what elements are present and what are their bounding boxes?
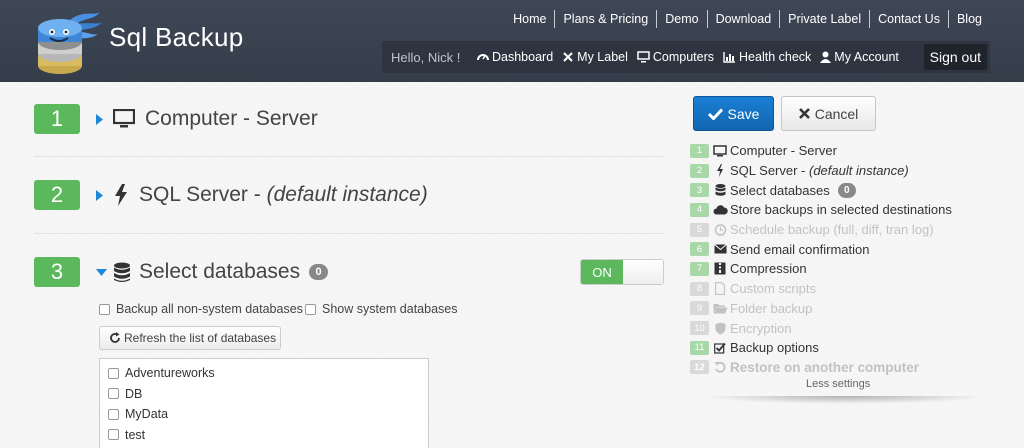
sidebar-item-store-backups[interactable]: 4 Store backups in selected destinations — [690, 200, 952, 220]
undo-icon — [714, 362, 726, 374]
toggle-knob — [623, 260, 663, 284]
nav-download[interactable]: Download — [706, 10, 780, 28]
logo-icon[interactable] — [30, 6, 104, 78]
database-icon — [114, 262, 130, 282]
backup-all-checkbox[interactable] — [99, 303, 110, 315]
check-square-icon — [714, 342, 726, 354]
caret-right-icon[interactable] — [96, 113, 103, 125]
brand-name[interactable]: Sql Backup — [109, 22, 244, 53]
folder-open-icon — [713, 303, 727, 314]
list-item[interactable]: MyData — [100, 404, 428, 425]
step-select-databases[interactable]: 3 Select databases 0 — [34, 257, 329, 287]
top-nav: Home Plans & Pricing Demo Download Priva… — [505, 10, 990, 28]
nav-my-label[interactable]: My Label — [562, 50, 628, 64]
step-number: 2 — [34, 180, 80, 210]
dashboard-icon — [477, 54, 489, 61]
monitor-icon — [713, 145, 727, 157]
sidebar-item-sql-server[interactable]: 2 SQL Server - (default instance) — [690, 161, 952, 181]
bolt-icon — [115, 184, 127, 206]
sidebar-item-folder-backup[interactable]: 9 Folder backup — [690, 299, 952, 319]
bar-chart-icon — [723, 52, 736, 63]
step-computer[interactable]: 1 Computer - Server — [34, 104, 318, 134]
step-number: 3 — [34, 257, 80, 287]
sidebar-item-schedule-backup[interactable]: 5 Schedule backup (full, diff, tran log) — [690, 220, 952, 240]
sign-out-button[interactable]: Sign out — [923, 44, 987, 70]
backup-all-option[interactable]: Backup all non-system databases — [99, 302, 303, 316]
step-sql-server[interactable]: 2 SQL Server - (default instance) — [34, 180, 428, 210]
database-checkbox[interactable] — [108, 429, 119, 441]
select-databases-toggle[interactable]: ON — [580, 259, 664, 285]
nav-computers[interactable]: Computers — [637, 50, 714, 64]
envelope-icon — [713, 244, 727, 254]
top-header: Sql Backup Home Plans & Pricing Demo Dow… — [0, 0, 1024, 82]
close-icon — [798, 108, 810, 119]
settings-sidebar: 1 Computer - Server 2 SQL Server - (defa… — [690, 141, 952, 377]
sidebar-item-computer[interactable]: 1 Computer - Server — [690, 141, 952, 161]
cancel-button[interactable]: Cancel — [781, 96, 876, 131]
greeting: Hello, Nick ! — [391, 49, 461, 65]
nav-demo[interactable]: Demo — [656, 10, 706, 28]
user-icon — [820, 51, 832, 63]
step-title: Computer - Server — [145, 107, 318, 130]
database-count-badge: 0 — [309, 264, 329, 280]
sidebar-shadow — [700, 396, 990, 404]
bolt-icon — [717, 164, 723, 178]
database-icon — [715, 183, 725, 196]
divider — [34, 233, 664, 234]
nav-health-check[interactable]: Health check — [723, 50, 811, 64]
step-title: SQL Server - (default instance) — [139, 183, 428, 206]
sidebar-item-custom-scripts[interactable]: 8 Custom scripts — [690, 279, 952, 299]
user-nav: Hello, Nick ! Dashboard My Label Compute… — [382, 41, 990, 73]
sidebar-item-compression[interactable]: 7 Compression — [690, 259, 952, 279]
step-number: 1 — [34, 104, 80, 134]
list-item[interactable]: Adventureworks — [100, 363, 428, 384]
monitor-icon — [113, 109, 135, 128]
divider — [34, 156, 664, 157]
refresh-icon — [110, 332, 120, 343]
step-title: Select databases — [139, 260, 301, 283]
nav-dashboard[interactable]: Dashboard — [477, 50, 553, 64]
list-item[interactable]: DB — [100, 384, 428, 405]
nav-contact-us[interactable]: Contact Us — [869, 10, 948, 28]
database-checkbox[interactable] — [108, 388, 119, 400]
file-icon — [715, 282, 725, 296]
sidebar-item-encryption[interactable]: 10 Encryption — [690, 318, 952, 338]
list-item[interactable]: test — [100, 425, 428, 446]
nav-private-label[interactable]: Private Label — [779, 10, 869, 28]
nav-blog[interactable]: Blog — [947, 10, 990, 28]
caret-down-icon[interactable] — [96, 268, 107, 276]
caret-right-icon[interactable] — [96, 189, 103, 201]
wrench-icon — [563, 52, 573, 62]
compress-icon — [714, 262, 726, 275]
nav-home[interactable]: Home — [505, 10, 554, 28]
nav-plans-pricing[interactable]: Plans & Pricing — [554, 10, 656, 28]
save-button[interactable]: Save — [693, 96, 774, 131]
database-checkbox[interactable] — [108, 367, 119, 379]
database-checkbox[interactable] — [108, 408, 119, 420]
check-icon — [707, 107, 723, 120]
sidebar-item-backup-options[interactable]: 11 Backup options — [690, 338, 952, 358]
toggle-on-label: ON — [581, 260, 623, 284]
show-system-option[interactable]: Show system databases — [305, 302, 458, 316]
nav-my-account[interactable]: My Account — [820, 50, 899, 64]
monitor-icon — [637, 51, 650, 63]
shield-icon — [715, 322, 725, 335]
sidebar-item-select-databases[interactable]: 3 Select databases 0 — [690, 180, 952, 200]
database-list[interactable]: Adventureworks DB MyData test — [99, 358, 429, 448]
show-system-checkbox[interactable] — [305, 303, 316, 315]
less-settings-link[interactable]: Less settings — [806, 378, 870, 390]
refresh-databases-button[interactable]: Refresh the list of databases — [99, 326, 281, 350]
sidebar-item-restore[interactable]: 12 Restore on another computer — [690, 358, 952, 378]
sidebar-item-email-confirmation[interactable]: 6 Send email confirmation — [690, 239, 952, 259]
cloud-icon — [713, 205, 728, 215]
alarm-clock-icon — [714, 224, 726, 236]
database-count-badge: 0 — [837, 182, 856, 198]
